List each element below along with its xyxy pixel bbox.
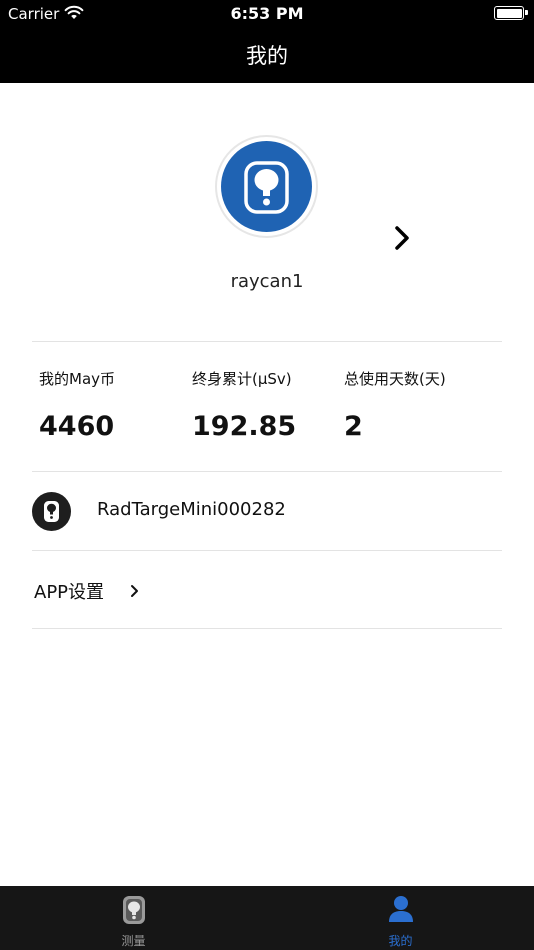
stat-value: 4460: [39, 411, 115, 442]
tab-mine[interactable]: 我的: [267, 886, 534, 950]
stat-may-coins: 我的May币 4460: [39, 368, 115, 442]
tab-bar: 测量 我的: [0, 886, 534, 950]
divider: [32, 341, 502, 342]
stat-label: 我的May币: [39, 370, 116, 388]
username: raycan1: [230, 271, 304, 292]
device-badge-icon: [32, 492, 71, 531]
chevron-right-icon: [130, 583, 140, 602]
tab-label: 我的: [388, 934, 413, 948]
stat-value: 2: [344, 411, 363, 442]
device-icon: [244, 161, 289, 214]
profile-chevron-icon[interactable]: [392, 224, 412, 252]
stat-value: 192.85: [192, 411, 297, 442]
divider: [32, 471, 502, 472]
stat-lifetime-dose: 终身累计(μSv) 192.85: [192, 368, 296, 442]
avatar[interactable]: [215, 135, 318, 238]
app-settings-label: APP设置: [34, 582, 105, 603]
stat-total-days: 总使用天数(天) 2: [344, 368, 446, 442]
app-settings-row[interactable]: APP设置: [34, 576, 234, 606]
stat-label: 总使用天数(天): [344, 370, 446, 388]
device-name: RadTargeMini000282: [97, 499, 286, 520]
person-icon: [388, 895, 414, 927]
stat-label: 终身累计(μSv): [192, 370, 292, 388]
measure-device-icon: [122, 895, 146, 929]
clock: 6:53 PM: [230, 4, 304, 23]
avatar-circle: [221, 141, 312, 232]
status-bar: Carrier 6:53 PM: [0, 0, 534, 28]
device-row[interactable]: RadTargeMini000282: [32, 490, 502, 532]
tab-label: 测量: [121, 934, 146, 948]
divider: [32, 628, 502, 629]
tab-measure[interactable]: 测量: [0, 886, 267, 950]
battery-icon: [494, 6, 528, 20]
divider: [32, 550, 502, 551]
page-title: 我的: [246, 44, 288, 68]
navigation-bar: 我的: [0, 28, 534, 83]
